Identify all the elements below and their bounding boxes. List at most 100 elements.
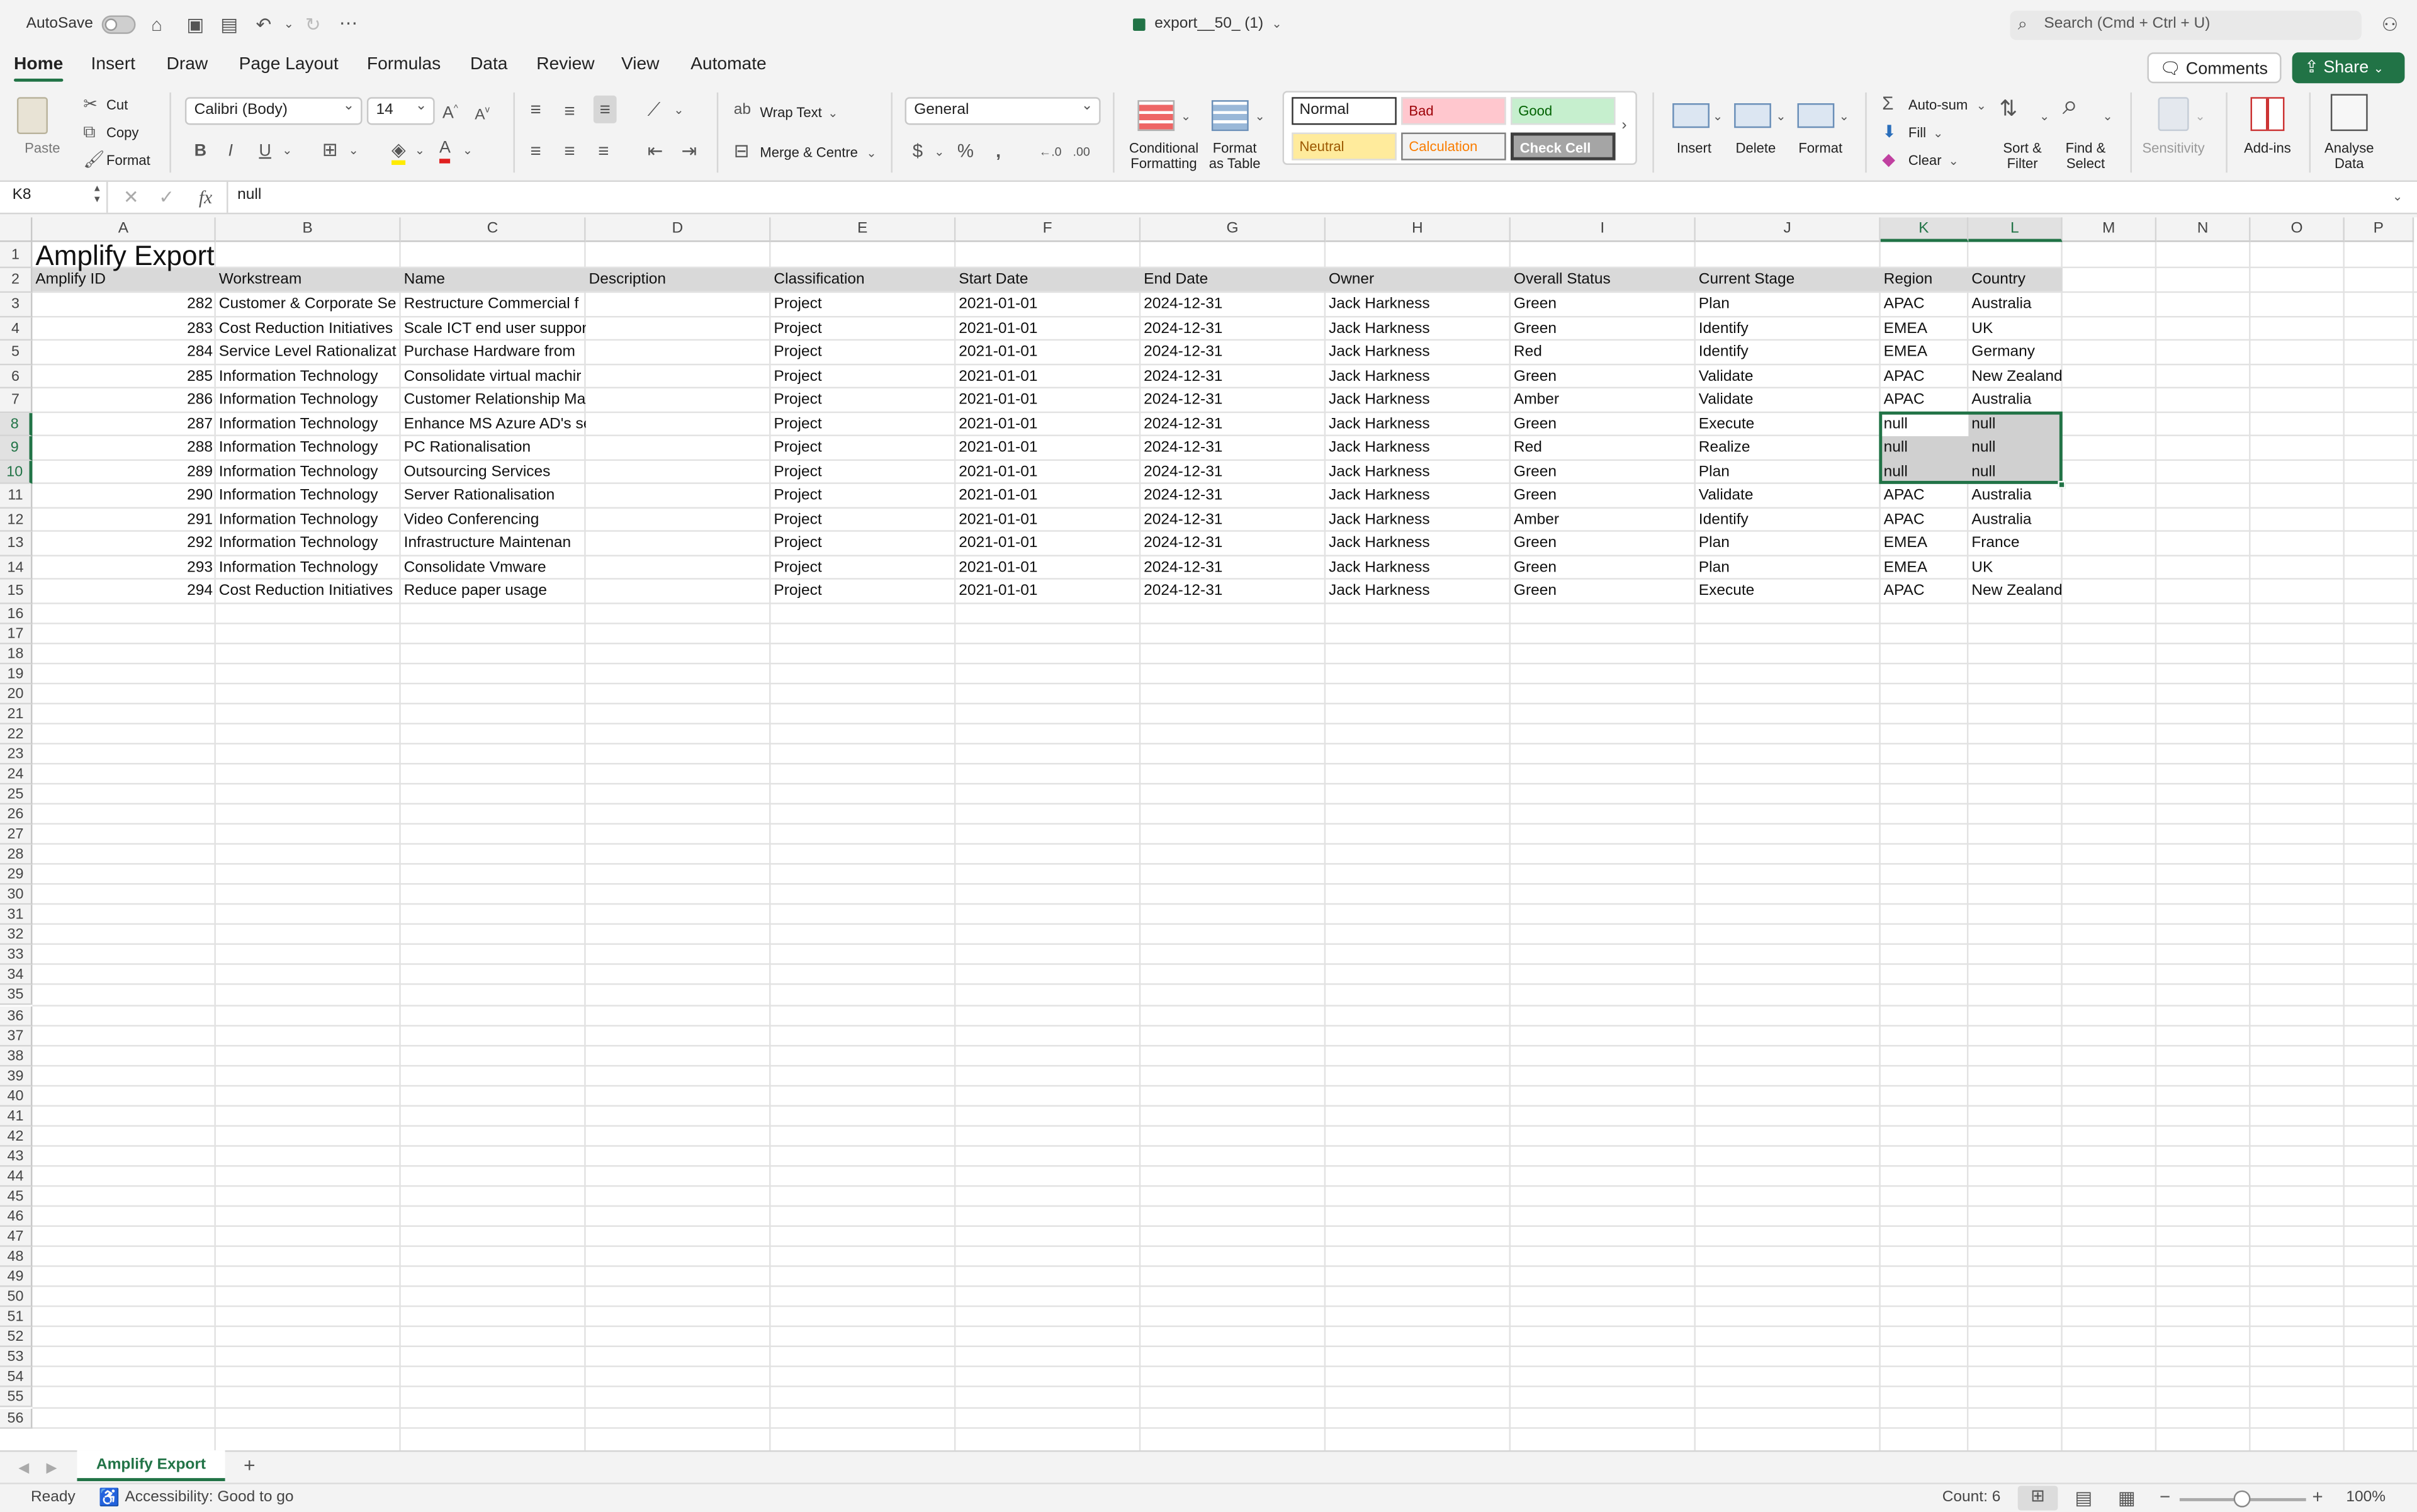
table-cell[interactable]: Information Technology xyxy=(216,484,401,507)
row-header[interactable]: 39 xyxy=(0,1066,33,1086)
style-bad[interactable]: Bad xyxy=(1401,97,1506,125)
fill-color-icon[interactable]: ◈ xyxy=(392,138,406,165)
table-cell[interactable]: Green xyxy=(1511,412,1696,436)
zoom-level[interactable]: 100% xyxy=(2346,1489,2386,1506)
table-cell[interactable]: Customer Relationship Ma xyxy=(401,388,586,412)
table-cell[interactable]: France xyxy=(1968,532,2065,555)
row-header[interactable]: 33 xyxy=(0,945,33,966)
table-cell[interactable]: Validate xyxy=(1696,388,1881,412)
font-color-dropdown-icon[interactable]: ⌄ xyxy=(463,140,473,162)
table-cell[interactable]: Realize xyxy=(1696,436,1881,460)
autosum-icon[interactable]: Σ xyxy=(1882,93,1893,114)
autosum-label[interactable]: Auto-sum xyxy=(1908,97,1968,112)
row-header[interactable]: 41 xyxy=(0,1106,33,1127)
table-cell[interactable]: 2021-01-01 xyxy=(955,436,1141,460)
conditional-formatting-label[interactable]: Conditional Formatting xyxy=(1122,140,1205,171)
row-header[interactable]: 12 xyxy=(0,507,33,532)
row-header[interactable]: 48 xyxy=(0,1247,33,1268)
table-cell[interactable]: 2021-01-01 xyxy=(955,412,1141,436)
table-cell[interactable]: 2024-12-31 xyxy=(1141,293,1326,316)
table-cell[interactable]: Project xyxy=(771,484,956,507)
table-cell[interactable]: 2024-12-31 xyxy=(1141,364,1326,388)
table-cell[interactable]: Information Technology xyxy=(216,460,401,483)
table-cell[interactable]: 2021-01-01 xyxy=(955,388,1141,412)
undo-icon[interactable]: ↶ xyxy=(256,14,272,35)
column-header-o[interactable]: O xyxy=(2250,217,2345,242)
table-cell[interactable]: Jack Harkness xyxy=(1326,364,1511,388)
redo-icon[interactable]: ↻ xyxy=(305,14,321,35)
underline-dropdown-icon[interactable]: ⌄ xyxy=(282,140,292,162)
sensitivity-icon[interactable] xyxy=(2158,97,2189,132)
table-header-cell[interactable]: Name xyxy=(401,268,586,291)
table-cell[interactable]: 2024-12-31 xyxy=(1141,508,1326,531)
table-cell[interactable]: Jack Harkness xyxy=(1326,580,1511,603)
zoom-slider-thumb[interactable] xyxy=(2233,1490,2251,1508)
row-header[interactable]: 7 xyxy=(0,388,33,412)
increase-decimal-icon[interactable]: ←.0 xyxy=(1039,142,1062,163)
table-cell[interactable]: Green xyxy=(1511,556,1696,579)
row-header[interactable]: 36 xyxy=(0,1005,33,1026)
column-header-c[interactable]: C xyxy=(400,217,586,242)
table-cell[interactable]: Information Technology xyxy=(216,412,401,436)
table-cell[interactable]: 294 xyxy=(32,580,215,603)
add-sheet-icon[interactable]: + xyxy=(244,1454,256,1476)
autosave-toggle[interactable] xyxy=(101,15,136,34)
format-as-table-icon[interactable] xyxy=(1211,100,1249,132)
style-good[interactable]: Good xyxy=(1511,97,1616,125)
table-cell[interactable]: EMEA xyxy=(1881,341,1969,364)
column-header-e[interactable]: E xyxy=(770,217,956,242)
table-header-cell[interactable]: Country xyxy=(1968,268,2062,291)
table-cell[interactable]: APAC xyxy=(1881,484,1969,507)
table-cell[interactable]: Plan xyxy=(1696,293,1881,316)
table-header-cell[interactable]: Region xyxy=(1881,268,1969,291)
style-neutral[interactable]: Neutral xyxy=(1292,132,1397,161)
column-header-k[interactable]: K xyxy=(1880,217,1969,242)
next-sheet-icon[interactable]: ▶ xyxy=(46,1457,57,1478)
row-header[interactable]: 40 xyxy=(0,1086,33,1107)
table-cell[interactable]: Information Technology xyxy=(216,532,401,555)
find-select-dropdown-icon[interactable]: ⌄ xyxy=(2102,106,2112,128)
row-header[interactable]: 46 xyxy=(0,1207,33,1227)
name-box-stepper-icon[interactable]: ▲ ▼ xyxy=(93,185,102,206)
format-painter-label[interactable]: Format xyxy=(106,152,150,167)
table-cell[interactable]: Jack Harkness xyxy=(1326,532,1511,555)
row-header[interactable]: 22 xyxy=(0,724,33,745)
format-painter-icon[interactable]: 🖌 xyxy=(83,150,104,171)
align-center-icon[interactable]: ≡ xyxy=(564,140,575,162)
sort-filter-icon[interactable]: ⇅ xyxy=(1999,97,2017,118)
normal-view-icon[interactable]: ⊞ xyxy=(2017,1486,2058,1511)
table-cell[interactable]: 2024-12-31 xyxy=(1141,532,1326,555)
paste-icon[interactable] xyxy=(16,97,48,135)
table-cell[interactable]: 2021-01-01 xyxy=(955,532,1141,555)
delete-cells-icon[interactable] xyxy=(1734,103,1771,128)
row-header[interactable]: 47 xyxy=(0,1227,33,1248)
table-cell[interactable]: Consolidate virtual machir xyxy=(401,364,586,388)
table-cell[interactable]: Red xyxy=(1511,341,1696,364)
row-header[interactable]: 29 xyxy=(0,864,33,885)
table-cell[interactable]: Australia xyxy=(1968,388,2065,412)
sheet-tab-amplify-export[interactable]: Amplify Export xyxy=(77,1450,225,1482)
row-header[interactable]: 35 xyxy=(0,985,33,1006)
table-cell[interactable]: APAC xyxy=(1881,364,1969,388)
addins-icon[interactable] xyxy=(2250,97,2285,132)
orientation-icon[interactable]: ⟋ xyxy=(648,99,661,120)
format-as-table-label[interactable]: Format as Table xyxy=(1205,140,1264,171)
row-header[interactable]: 42 xyxy=(0,1126,33,1147)
table-cell[interactable]: Project xyxy=(771,436,956,460)
table-cell[interactable]: Project xyxy=(771,556,956,579)
table-cell[interactable]: 2021-01-01 xyxy=(955,508,1141,531)
row-header[interactable]: 1 xyxy=(0,242,33,269)
table-cell[interactable]: Execute xyxy=(1696,412,1881,436)
cut-icon[interactable]: ✂ xyxy=(83,94,98,115)
table-cell[interactable]: Restructure Commercial f xyxy=(401,293,586,316)
table-cell[interactable]: Project xyxy=(771,293,956,316)
row-header[interactable]: 32 xyxy=(0,925,33,945)
table-cell[interactable]: UK xyxy=(1968,556,2065,579)
format-cells-icon[interactable] xyxy=(1797,103,1835,128)
borders-icon[interactable]: ⊞ xyxy=(322,138,338,160)
table-cell[interactable]: Green xyxy=(1511,532,1696,555)
table-cell[interactable]: Scale ICT end user support xyxy=(401,317,586,340)
tab-home[interactable]: Home xyxy=(14,55,63,82)
merge-centre-icon[interactable]: ⊟ xyxy=(734,140,750,162)
row-header[interactable]: 18 xyxy=(0,643,33,664)
